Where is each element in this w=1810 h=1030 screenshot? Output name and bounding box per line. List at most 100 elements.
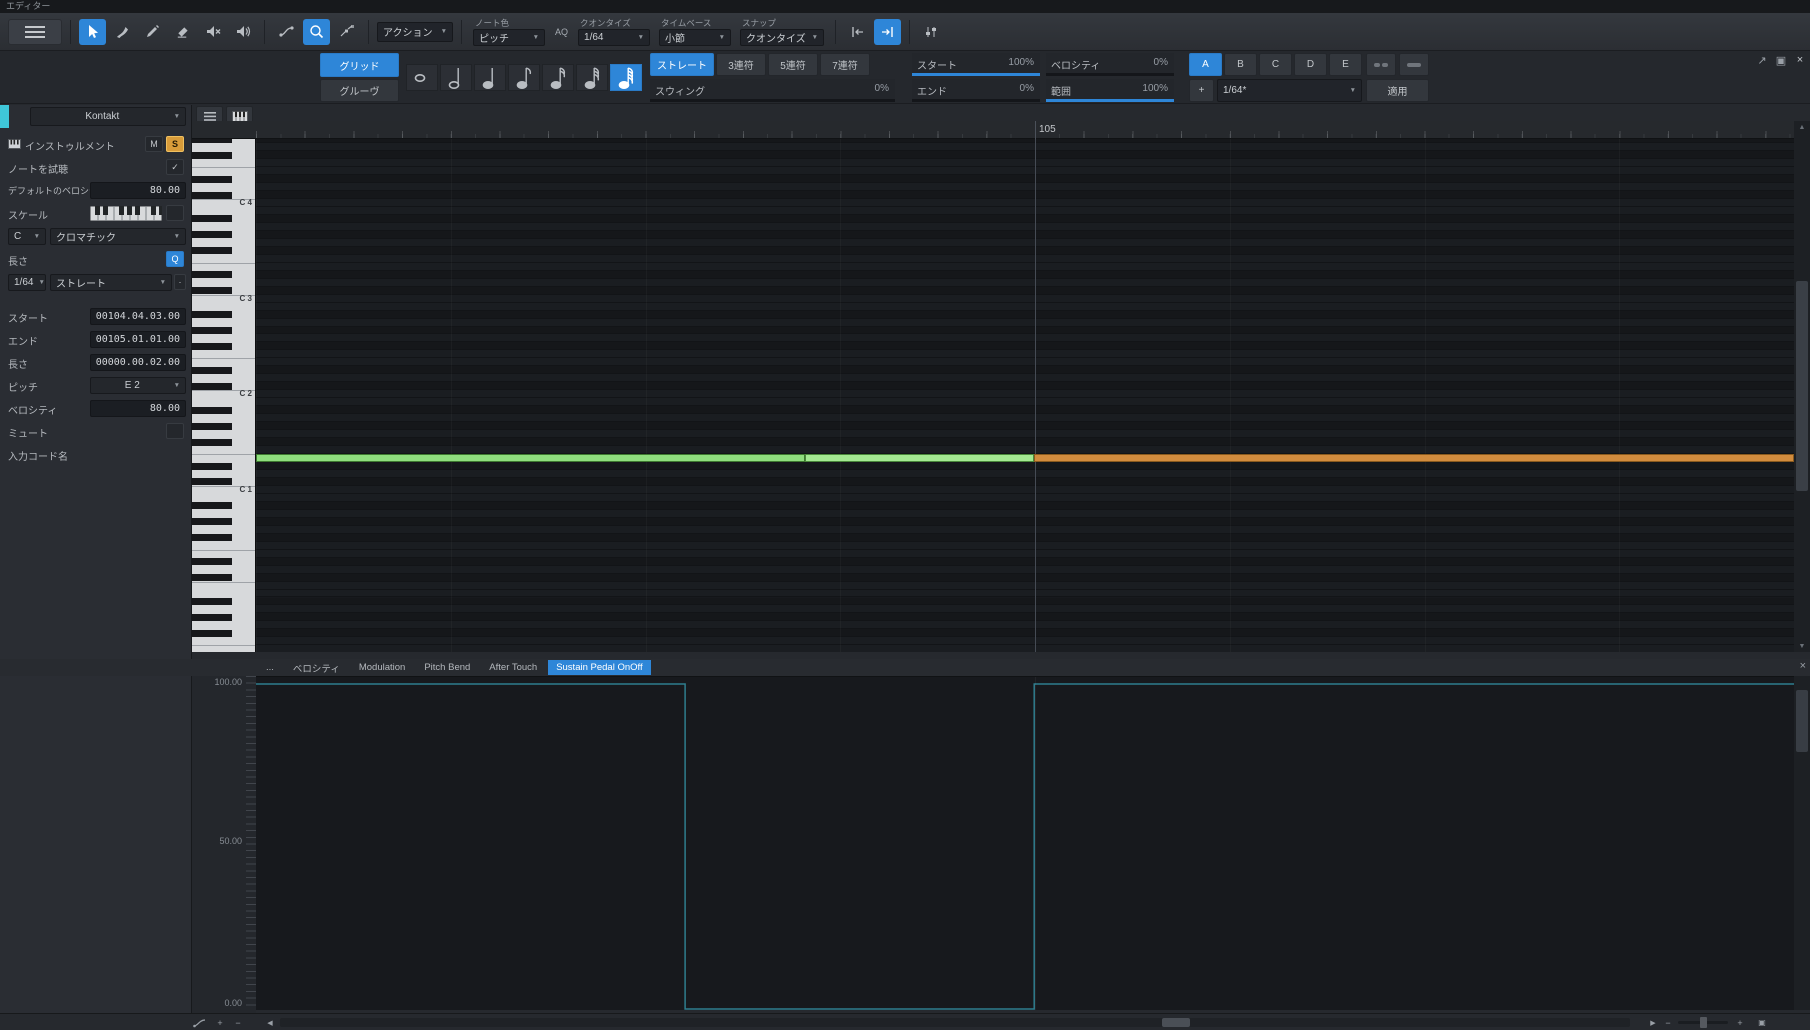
horizontal-scrollbar-handle[interactable] [1162,1018,1190,1027]
aq-label[interactable]: AQ [555,27,568,37]
tuplet-3-button[interactable]: 3連符 [716,53,766,76]
mute-checkbox[interactable] [166,423,184,439]
scale-type-select[interactable]: クロマチック ▼ [50,228,186,245]
close-lane-icon[interactable]: × [1800,660,1806,672]
groove-mode-button[interactable]: グルーヴ [320,79,399,102]
note-grid[interactable] [256,139,1794,652]
timebase-select[interactable]: 小節 ▼ [659,28,732,46]
piano-keyboard[interactable]: C 5C 4C 3C 2C 1 [192,139,256,652]
solo-button[interactable]: S [166,136,184,152]
select-tool-button[interactable] [79,18,106,45]
nudge-left-button[interactable] [844,19,871,45]
scale-enable-checkbox[interactable] [166,205,184,221]
paint-tool-button[interactable] [109,19,136,45]
quantize-value-select[interactable]: 1/64* ▼ [1217,79,1362,102]
quantize-length-button[interactable]: Q [166,251,184,267]
preset-e-button[interactable]: E [1329,53,1362,76]
piano-key-black[interactable] [192,366,232,374]
piano-key-black[interactable] [192,382,232,390]
piano-key-black[interactable] [192,502,232,510]
preset-c-button[interactable]: C [1259,53,1292,76]
curve-tool-button[interactable] [273,19,300,45]
audition-checkbox[interactable]: ✓ [166,159,184,175]
close-icon[interactable]: × [1792,54,1808,67]
node-tool-button[interactable] [333,19,360,45]
piano-key-black[interactable] [192,151,232,159]
default-velocity-field[interactable]: 80.00 [90,182,186,199]
action-menu[interactable]: アクション ▼ [377,21,453,42]
zoom-slider-handle[interactable] [1700,1017,1707,1028]
scroll-left-icon[interactable]: ◀ [262,1016,278,1029]
eraser-tool-button[interactable] [169,19,196,45]
piano-key-black[interactable] [192,327,232,335]
piano-key-black[interactable] [192,175,232,183]
piano-key-black[interactable] [192,215,232,223]
piano-key-black[interactable] [192,406,232,414]
automation-lane[interactable] [256,676,1794,1010]
sixteenth-note-button[interactable] [542,64,574,91]
vertical-scrollbar-handle[interactable] [1796,281,1808,491]
end-field[interactable]: 00105.01.01.00 [90,331,186,348]
zoom-slider[interactable] [1678,1017,1728,1028]
midi-note[interactable] [256,454,806,462]
note-color-select[interactable]: ピッチ ▼ [473,28,545,46]
snap-select[interactable]: クオンタイズ ▼ [740,28,825,46]
piano-key-black[interactable] [192,139,232,143]
pencil-tool-button[interactable] [139,19,166,45]
start-slider[interactable]: スタート 100% [912,53,1040,76]
scroll-up-icon[interactable]: ▲ [1794,121,1810,133]
vertical-scrollbar[interactable]: ▲ ▼ [1794,121,1810,652]
piano-key-black[interactable] [192,271,232,279]
range-slider[interactable]: 範囲 100% [1046,79,1174,102]
horizontal-scrollbar[interactable] [280,1018,1630,1027]
zoom-preset-button[interactable]: ▣ [1754,1016,1770,1029]
piano-key-black[interactable] [192,478,232,486]
piano-key-black[interactable] [192,422,232,430]
tuplet-5-button[interactable]: 5連符 [768,53,818,76]
dotted-toggle-button[interactable]: · [174,274,186,290]
sixtyfourth-note-button[interactable] [610,64,642,91]
lane-scrollbar-handle[interactable] [1796,690,1808,752]
tab-velocity[interactable]: ベロシティ [285,660,348,675]
scroll-down-icon[interactable]: ▼ [1794,640,1810,652]
levels-button[interactable] [918,19,945,45]
piano-key-black[interactable] [192,311,232,319]
legato-button[interactable] [1399,53,1429,76]
start-field[interactable]: 00104.04.03.00 [90,308,186,325]
piano-key-black[interactable] [192,287,232,295]
swing-slider[interactable]: スウィング 0% [650,79,895,102]
tab-more[interactable]: ... [258,660,282,675]
midi-note[interactable] [1034,454,1794,462]
tuplet-straight-button[interactable]: ストレート [650,53,714,76]
quantize-select[interactable]: 1/64 ▼ [578,28,651,46]
tab-modulation[interactable]: Modulation [351,660,413,675]
tab-sustain-pedal[interactable]: Sustain Pedal OnOff [548,660,651,675]
quarter-note-button[interactable] [474,64,506,91]
piano-key-black[interactable] [192,247,232,255]
piano-key-black[interactable] [192,462,232,470]
end-slider[interactable]: エンド 0% [912,79,1040,102]
instrument-device-select[interactable]: Kontakt ▼ [30,107,186,126]
preset-b-button[interactable]: B [1224,53,1257,76]
whole-note-button[interactable] [406,64,438,91]
piano-key-black[interactable] [192,598,232,605]
piano-key-black[interactable] [192,191,232,199]
velocity-slider[interactable]: ベロシティ 0% [1046,53,1174,76]
piano-key-black[interactable] [192,438,232,446]
mute-tool-button[interactable] [199,19,226,45]
scroll-right-icon[interactable]: ▶ [1645,1016,1661,1029]
editor-menu-button[interactable] [8,18,62,45]
lane-scrollbar[interactable] [1794,676,1810,1010]
zoom-out-button[interactable]: − [1660,1016,1676,1029]
preset-a-button[interactable]: A [1189,53,1222,76]
dock-window-icon[interactable]: ▣ [1773,54,1789,67]
piano-key-black[interactable] [192,629,232,637]
piano-key-black[interactable] [192,574,232,582]
nudge-right-button[interactable] [874,18,902,45]
note-velocity-field[interactable]: 80.00 [90,400,186,417]
tab-after-touch[interactable]: After Touch [481,660,545,675]
zoom-in-button[interactable]: + [1732,1016,1748,1029]
length-grid-select[interactable]: 1/64 ▼ [8,274,46,291]
note-length-field[interactable]: 00000.00.02.00 [90,354,186,371]
pitch-select[interactable]: E 2 ▼ [90,377,186,394]
